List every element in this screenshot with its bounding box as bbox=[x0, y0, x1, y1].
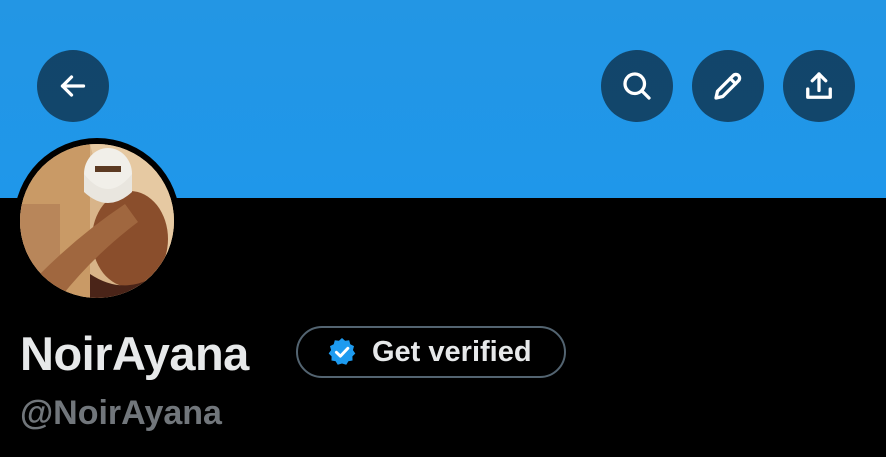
get-verified-button[interactable]: Get verified bbox=[296, 326, 566, 378]
arrow-left-icon bbox=[60, 75, 86, 97]
pencil-icon bbox=[714, 72, 742, 100]
display-name: NoirAyana bbox=[20, 327, 249, 380]
get-verified-label: Get verified bbox=[372, 335, 532, 368]
back-button[interactable] bbox=[37, 50, 109, 122]
search-icon bbox=[623, 72, 651, 100]
avatar-photo bbox=[20, 144, 174, 298]
profile-handle: @NoirAyana bbox=[20, 394, 222, 432]
share-upload-icon bbox=[806, 72, 832, 99]
search-button[interactable] bbox=[601, 50, 673, 122]
edit-button[interactable] bbox=[692, 50, 764, 122]
avatar-container[interactable] bbox=[14, 138, 180, 304]
share-button[interactable] bbox=[783, 50, 855, 122]
verified-badge-icon bbox=[328, 338, 356, 365]
avatar[interactable] bbox=[20, 144, 174, 298]
